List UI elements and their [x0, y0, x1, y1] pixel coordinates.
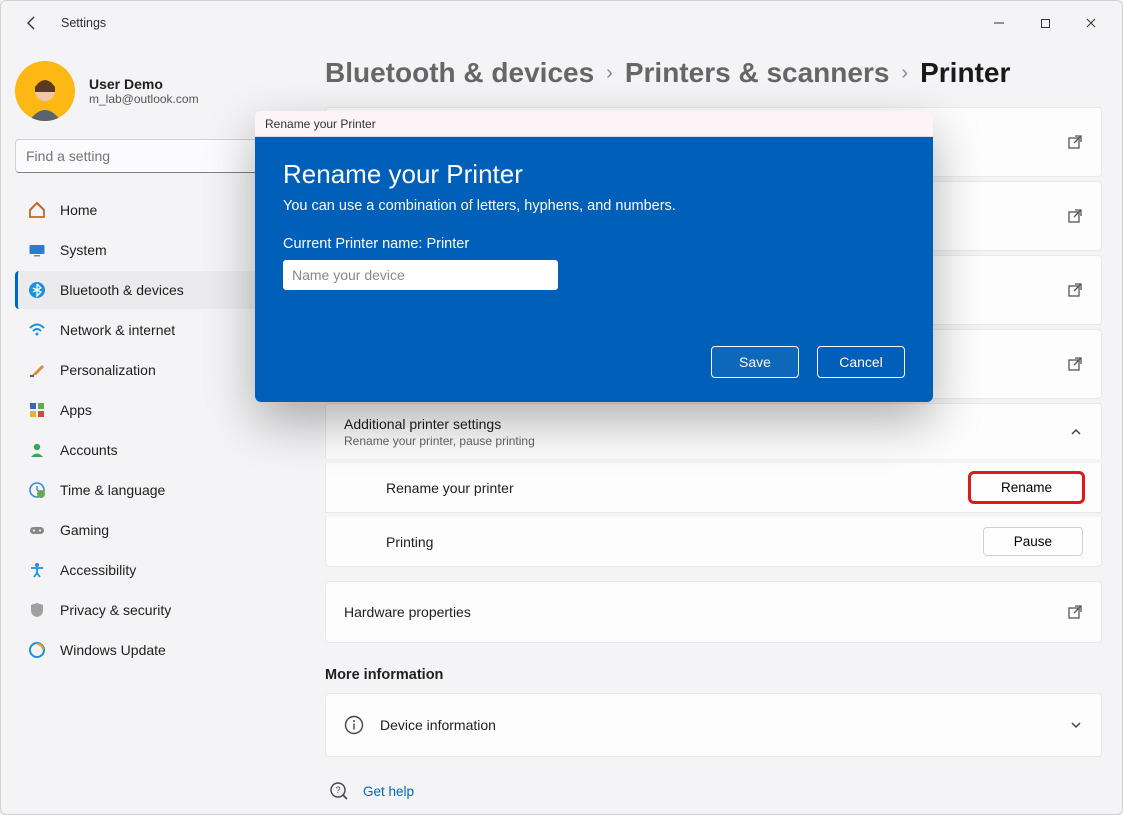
nav-label: Personalization	[60, 362, 156, 378]
nav-label: Time & language	[60, 482, 165, 498]
help-icon: ?	[329, 781, 349, 801]
wifi-icon	[28, 321, 46, 339]
bluetooth-icon	[28, 281, 46, 299]
chevron-right-icon: ›	[606, 62, 613, 85]
card-subtitle: Rename your printer, pause printing	[344, 434, 535, 448]
home-icon	[28, 201, 46, 219]
shield-icon	[28, 601, 46, 619]
window-title: Settings	[61, 16, 106, 30]
printer-name-input[interactable]	[283, 260, 558, 290]
user-email: m_lab@outlook.com	[89, 92, 199, 106]
device-information-card[interactable]: Device information	[325, 693, 1102, 757]
nav-home[interactable]: Home	[15, 191, 277, 229]
cancel-button[interactable]: Cancel	[817, 346, 905, 378]
open-external-icon	[1067, 604, 1083, 620]
nav: Home System Bluetooth & devices Network …	[15, 191, 277, 669]
nav-personalization[interactable]: Personalization	[15, 351, 277, 389]
apps-icon	[28, 401, 46, 419]
back-button[interactable]	[15, 15, 49, 31]
printing-row: Printing Pause	[325, 517, 1102, 567]
row-label: Printing	[386, 534, 433, 550]
nav-label: Windows Update	[60, 642, 166, 658]
nav-label: System	[60, 242, 107, 258]
search-input[interactable]	[15, 139, 277, 173]
open-external-icon	[1067, 282, 1083, 298]
breadcrumb: Bluetooth & devices › Printers & scanner…	[325, 45, 1102, 107]
breadcrumb-current: Printer	[920, 57, 1010, 89]
nav-privacy-security[interactable]: Privacy & security	[15, 591, 277, 629]
save-button[interactable]: Save	[711, 346, 799, 378]
nav-label: Accounts	[60, 442, 118, 458]
dialog-current-name-label: Current Printer name: Printer	[283, 236, 905, 252]
additional-printer-settings-card[interactable]: Additional printer settings Rename your …	[325, 403, 1102, 459]
minimize-button[interactable]	[976, 1, 1022, 45]
nav-label: Apps	[60, 402, 92, 418]
more-information-heading: More information	[325, 667, 1102, 683]
dialog-heading: Rename your Printer	[283, 159, 905, 190]
brush-icon	[28, 361, 46, 379]
card-title: Additional printer settings	[344, 416, 535, 432]
get-help-row[interactable]: ? Get help	[325, 781, 1102, 801]
nav-apps[interactable]: Apps	[15, 391, 277, 429]
card-title: Hardware properties	[344, 604, 471, 620]
user-block[interactable]: User Demo m_lab@outlook.com	[15, 57, 277, 133]
info-icon	[344, 715, 364, 735]
rename-button[interactable]: Rename	[970, 473, 1083, 502]
pause-button[interactable]: Pause	[983, 527, 1083, 556]
system-icon	[28, 241, 46, 259]
nav-network[interactable]: Network & internet	[15, 311, 277, 349]
chevron-right-icon: ›	[901, 62, 908, 85]
person-icon	[28, 441, 46, 459]
get-help-link[interactable]: Get help	[363, 784, 414, 799]
rename-printer-row: Rename your printer Rename	[325, 463, 1102, 513]
breadcrumb-a[interactable]: Bluetooth & devices	[325, 57, 594, 89]
hardware-properties-card[interactable]: Hardware properties	[325, 581, 1102, 643]
card-title: Device information	[380, 717, 496, 733]
nav-windows-update[interactable]: Windows Update	[15, 631, 277, 669]
nav-label: Bluetooth & devices	[60, 282, 184, 298]
dialog-titlebar-text: Rename your Printer	[265, 117, 376, 131]
nav-label: Network & internet	[60, 322, 175, 338]
clock-globe-icon	[28, 481, 46, 499]
nav-gaming[interactable]: Gaming	[15, 511, 277, 549]
nav-bluetooth-devices[interactable]: Bluetooth & devices	[15, 271, 277, 309]
close-button[interactable]	[1068, 1, 1114, 45]
nav-label: Accessibility	[60, 562, 136, 578]
update-icon	[28, 641, 46, 659]
chevron-down-icon	[1069, 718, 1083, 732]
accessibility-icon	[28, 561, 46, 579]
nav-time-language[interactable]: Time & language	[15, 471, 277, 509]
open-external-icon	[1067, 208, 1083, 224]
window-controls	[976, 1, 1114, 45]
open-external-icon	[1067, 134, 1083, 150]
breadcrumb-b[interactable]: Printers & scanners	[625, 57, 890, 89]
avatar	[15, 61, 75, 121]
dialog-titlebar: Rename your Printer	[255, 111, 933, 137]
chevron-up-icon	[1069, 425, 1083, 439]
sidebar: User Demo m_lab@outlook.com Home System …	[1, 45, 291, 814]
user-name: User Demo	[89, 76, 199, 92]
maximize-button[interactable]	[1022, 1, 1068, 45]
nav-label: Home	[60, 202, 97, 218]
row-label: Rename your printer	[386, 480, 514, 496]
nav-label: Gaming	[60, 522, 109, 538]
svg-text:?: ?	[335, 785, 340, 795]
open-external-icon	[1067, 356, 1083, 372]
nav-accessibility[interactable]: Accessibility	[15, 551, 277, 589]
titlebar: Settings	[1, 1, 1122, 45]
dialog-description: You can use a combination of letters, hy…	[283, 198, 905, 214]
gamepad-icon	[28, 521, 46, 539]
nav-system[interactable]: System	[15, 231, 277, 269]
nav-label: Privacy & security	[60, 602, 171, 618]
rename-printer-dialog: Rename your Printer Rename your Printer …	[255, 111, 933, 402]
nav-accounts[interactable]: Accounts	[15, 431, 277, 469]
